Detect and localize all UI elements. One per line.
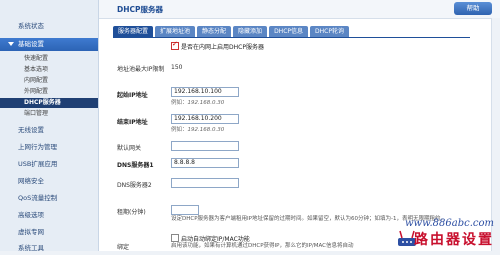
tab-server-config[interactable]: 服务器配置 [113, 26, 154, 37]
enable-dhcp-checkbox[interactable] [171, 40, 179, 50]
gateway-label: 默认网关 [117, 145, 142, 152]
pool-size-label: 地址池最大IP限制 [117, 66, 165, 73]
sidebar-item-label: 系统状态 [18, 22, 44, 30]
dns2-label: DNS服务器2 [117, 182, 152, 189]
sidebar-item-vpn[interactable]: 虚拟专网 [0, 226, 98, 239]
sidebar-item-label: 内网配置 [24, 77, 49, 84]
tab-dhcp-info[interactable]: DHCP信息 [269, 26, 309, 37]
auto-bind-label: 启动自动绑定IP/MAC功能 [181, 236, 250, 243]
sidebar-item-label: QoS流量控制 [18, 194, 58, 202]
tab-bar: 服务器配置 扩展地址池 静态分配 隐藏添加 DHCP信息 DHCP轮询 [113, 26, 351, 37]
page-title: DHCP服务器 [117, 5, 164, 14]
end-ip-row: 结束IP地址 192.168.10.200 例如：192.168.0.30 [117, 114, 470, 136]
sidebar-item-dhcp-server[interactable]: DHCP服务器 [0, 98, 98, 108]
tab-static-assignment[interactable]: 静态分配 [197, 26, 232, 37]
help-button[interactable]: 帮助 [454, 2, 492, 15]
end-ip-example: 例如：192.168.0.30 [171, 125, 224, 133]
sidebar-item-label: DHCP服务器 [24, 99, 61, 106]
sidebar-item-label: 快速配置 [24, 55, 49, 62]
bind-label: 绑定 [117, 244, 130, 251]
chevron-down-icon [8, 42, 14, 46]
sidebar-item-behavior-management[interactable]: 上网行为管理 [0, 141, 98, 154]
enable-dhcp-label: 是否在内网上启用DHCP服务器 [181, 44, 264, 51]
header: DHCP服务器 帮助 [99, 0, 500, 19]
example-prefix: 例如： [171, 127, 188, 133]
tab-extended-pool[interactable]: 扩展地址池 [155, 26, 196, 37]
sidebar-item-label: 端口管理 [24, 110, 49, 117]
dns1-row: DNS服务器1 8.8.8.8 [117, 158, 470, 170]
dns1-label: DNS服务器1 [117, 162, 154, 169]
dns2-input[interactable] [171, 178, 239, 188]
start-ip-example: 例如：192.168.0.30 [171, 98, 224, 106]
watermark-text: 路由器设置 [414, 232, 494, 248]
sidebar-item-usb[interactable]: USB扩展应用 [0, 158, 98, 171]
sidebar-item-basic-options[interactable]: 基本选项 [0, 65, 98, 75]
example-value: 192.168.0.30 [187, 100, 225, 106]
main-panel: DHCP服务器 帮助 服务器配置 扩展地址池 静态分配 隐藏添加 DHCP信息 … [99, 0, 500, 251]
start-ip-label: 起始IP地址 [117, 92, 148, 99]
sidebar-item-label: 高级选项 [18, 211, 44, 219]
sidebar-item-basic-settings[interactable]: 基础设置 [0, 38, 98, 51]
sidebar-item-qos[interactable]: QoS流量控制 [0, 192, 98, 205]
example-prefix: 例如： [171, 100, 188, 106]
gateway-input[interactable] [171, 141, 239, 151]
sidebar-item-label: 基础设置 [18, 40, 44, 48]
sidebar-item-label: 网络安全 [18, 177, 44, 185]
sidebar-item-port-management[interactable]: 端口管理 [0, 109, 98, 119]
example-value: 192.168.0.30 [187, 127, 225, 133]
sidebar-item-label: 无线设置 [18, 126, 44, 134]
auto-bind-checkbox[interactable] [171, 234, 179, 242]
start-ip-input[interactable]: 192.168.10.100 [171, 87, 239, 97]
sidebar-item-label: 上网行为管理 [18, 143, 57, 151]
lease-input[interactable] [171, 205, 199, 215]
watermark-url: www.886abc.com [404, 218, 494, 229]
lease-label: 租期(分钟) [117, 209, 146, 216]
tab-dhcp-polling[interactable]: DHCP轮询 [310, 26, 349, 37]
tab-hidden-add[interactable]: 隐藏添加 [233, 26, 268, 37]
sidebar-item-label: 基本选项 [24, 66, 49, 73]
sidebar-item-security[interactable]: 网络安全 [0, 175, 98, 188]
sidebar-item-system-status[interactable]: 系统状态 [0, 20, 98, 33]
dns2-row: DNS服务器2 [117, 178, 470, 190]
sidebar-item-wireless[interactable]: 无线设置 [0, 124, 98, 137]
tab-divider [113, 37, 470, 38]
dns1-input[interactable]: 8.8.8.8 [171, 158, 239, 168]
sidebar-item-quick-config[interactable]: 快速配置 [0, 54, 98, 64]
end-ip-label: 结束IP地址 [117, 119, 148, 126]
sidebar-item-label: USB扩展应用 [18, 160, 58, 168]
sidebar-item-wan-config[interactable]: 外网配置 [0, 87, 98, 97]
sidebar-item-label: 外网配置 [24, 88, 49, 95]
sidebar: 系统状态 基础设置 快速配置 基本选项 内网配置 外网配置 DHCP服务器 端口… [0, 0, 99, 252]
sidebar-item-advanced[interactable]: 高级选项 [0, 209, 98, 222]
sidebar-item-system-tools[interactable]: 系统工具 [0, 242, 98, 255]
gateway-row: 默认网关 [117, 141, 470, 153]
pool-size-value: 150 [171, 64, 183, 71]
sidebar-item-lan-config[interactable]: 内网配置 [0, 76, 98, 86]
end-ip-input[interactable]: 192.168.10.200 [171, 114, 239, 124]
scrollbar[interactable] [491, 18, 500, 251]
start-ip-row: 起始IP地址 192.168.10.100 例如：192.168.0.30 [117, 87, 470, 109]
sidebar-item-label: 虚拟专网 [18, 228, 44, 236]
pool-size-row: 地址池最大IP限制 150 [117, 63, 470, 75]
